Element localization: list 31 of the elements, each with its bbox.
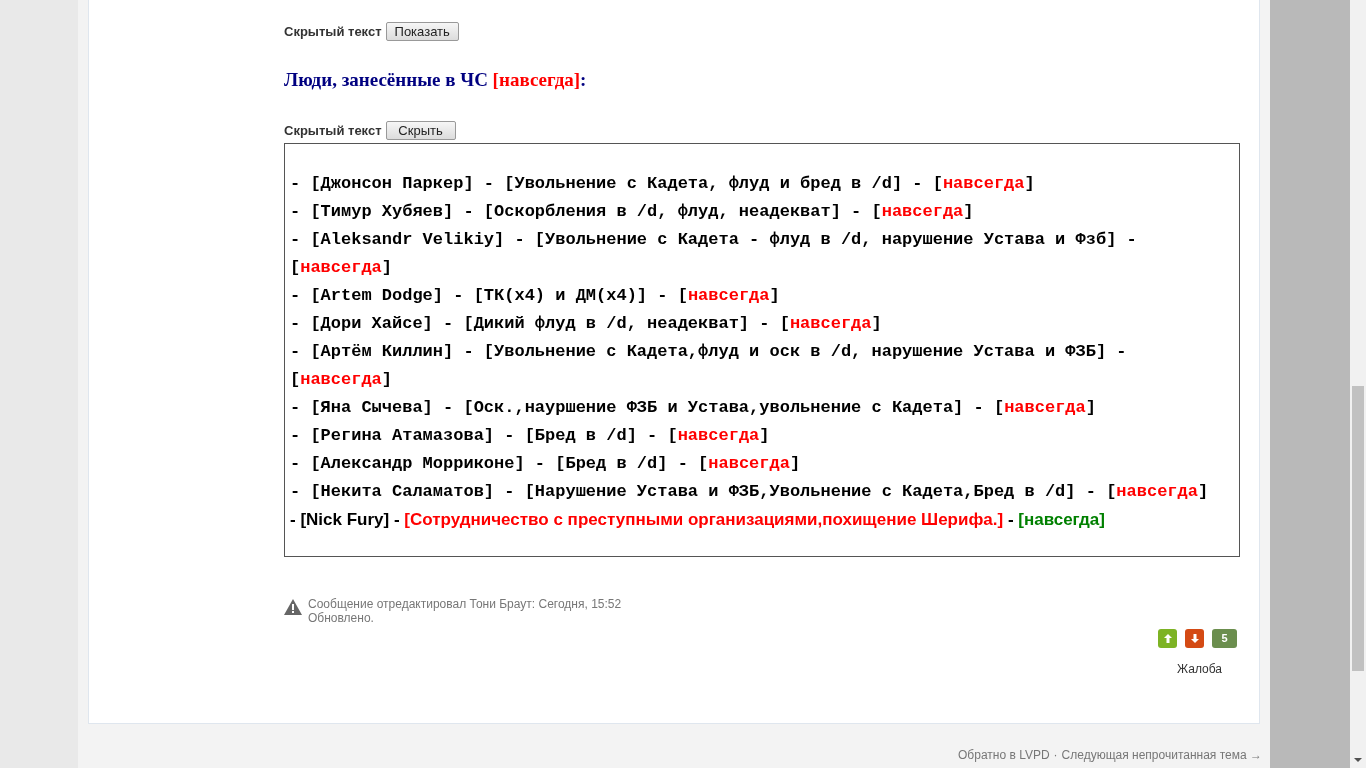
blacklist-entry: - [Джонсон Паркер] - [Увольнение с Кадета, флуд и бред в /d] - [навсегда]	[290, 172, 1036, 195]
spoiler-label: Скрытый текст	[284, 122, 382, 140]
warning-icon	[284, 598, 302, 615]
blacklist-entry: - [Регина Атамазова] - [Бред в /d] - [навсегда]	[290, 424, 771, 447]
back-link[interactable]: Обратно в LVPD	[958, 746, 1050, 764]
blacklist-entry: - [Artem Dodge] - [ТК(x4) и ДМ(x4)] - [навсегда]	[290, 284, 781, 307]
spoiler-label: Скрытый текст	[284, 23, 382, 41]
separator: ·	[1053, 747, 1058, 764]
vote-down-button[interactable]	[1185, 628, 1204, 648]
scrollbar-thumb[interactable]	[1352, 386, 1364, 671]
blacklist-entry: - [Некита Саламатов] - [Нарушение Устава и ФЗБ,Увольнение с Кадета,Бред в /d] - [навсегда]	[290, 480, 1210, 503]
blacklist-entry: - [Яна Сычева] - [Оск.,науршение ФЗБ и Устава,увольнение с Кадета] - [навсегда]	[290, 396, 1097, 419]
arrow-down-icon	[1190, 633, 1199, 643]
blacklist-entry: - [Артём Киллин] - [Увольнение с Кадета,флуд и оск в /d, нарушение Устава и ФЗБ] - [навсегда]	[290, 340, 1128, 391]
blacklist-entry: - [Тимур Хубяев] - [Оскорбления в /d, флуд, неадекват] - [навсегда]	[290, 200, 975, 223]
blacklist-heading: Люди, занесённые в ЧС [навсегда]:	[284, 67, 588, 92]
spoiler-toggle-button[interactable]: Показать	[385, 22, 459, 42]
vote-up-button[interactable]	[1158, 628, 1177, 648]
report-link[interactable]: Жалоба	[1177, 659, 1222, 678]
edit-reason: Обновлено.	[308, 610, 375, 625]
blacklist-entry: - [Александр Морриконе] - [Бред в /d] - [навсегда]	[290, 452, 802, 475]
scrollbar[interactable]	[1350, 0, 1366, 768]
blacklist-entry: - [Aleksandr Velikiy] - [Увольнение с Кадета - флуд в /d, нарушение Устава и Фзб] - [навсегда]	[290, 228, 1138, 279]
rating-score: 5	[1212, 628, 1237, 648]
spoiler-toggle-button[interactable]: Скрыть	[385, 121, 456, 141]
blacklist-entry: - [Nick Fury] - [Сотрудничество с преступными организациями,похищение Шерифа.] - [навсегда]	[290, 508, 1106, 531]
edit-note: Сообщение отредактировал Тони Браут: Сегодня, 15:52	[308, 596, 622, 611]
scroll-down-icon[interactable]	[1354, 758, 1362, 762]
arrow-up-icon	[1163, 633, 1172, 643]
next-topic-link[interactable]: Следующая непрочитанная тема →	[1061, 746, 1262, 764]
blacklist-entry: - [Дори Хайсе] - [Дикий флуд в /d, неадекват] - [навсегда]	[290, 312, 883, 335]
